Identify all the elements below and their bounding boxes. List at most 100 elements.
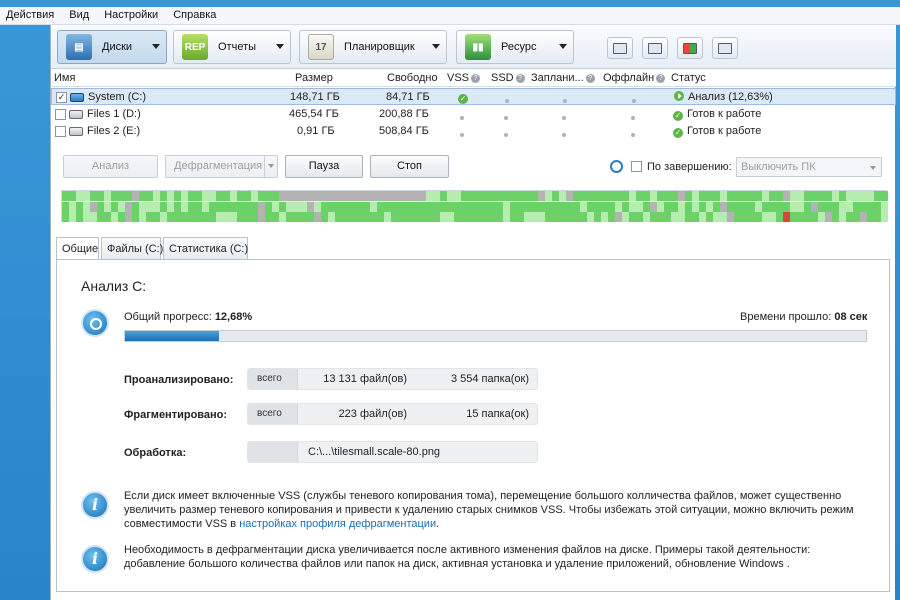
menu-view[interactable]: Вид	[63, 7, 95, 21]
analysis-title: Анализ C:	[81, 278, 147, 294]
menu-help[interactable]: Справка	[167, 7, 222, 21]
col-offline-label: Оффлайн	[603, 72, 655, 84]
cluster-block	[517, 212, 524, 223]
drive-checkbox[interactable]	[55, 109, 66, 120]
cluster-block	[510, 201, 517, 212]
col-name[interactable]: Имя	[54, 72, 75, 84]
processing-value: C:\...\tilesmall.scale-80.png	[308, 446, 441, 458]
windows-button[interactable]	[677, 37, 703, 59]
col-offline[interactable]: Оффлайн?	[603, 72, 666, 84]
cluster-block	[202, 201, 209, 212]
cluster-block	[657, 191, 664, 202]
menu-actions[interactable]: Действия	[0, 7, 60, 21]
cluster-block	[559, 201, 566, 212]
cluster-block	[307, 191, 314, 202]
cluster-block	[391, 201, 398, 212]
analyze-button[interactable]: Анализ	[63, 155, 158, 178]
cluster-block	[370, 201, 377, 212]
cluster-block	[818, 212, 825, 223]
tab-resource[interactable]: ▮▮ Ресурс	[456, 30, 574, 64]
col-ssd[interactable]: SSD?	[491, 72, 525, 84]
settings-button[interactable]	[712, 37, 738, 59]
on-finish-select[interactable]: Выключить ПК	[736, 157, 882, 177]
cluster-block	[286, 191, 293, 202]
cluster-block	[559, 212, 566, 223]
cluster-block	[356, 191, 363, 202]
drive-checkbox[interactable]: ✓	[56, 92, 67, 103]
chevron-down-icon[interactable]	[264, 156, 277, 177]
cluster-block	[552, 212, 559, 223]
cluster-block	[811, 212, 818, 223]
cluster-block	[195, 212, 202, 223]
cluster-block	[769, 191, 776, 202]
stop-button[interactable]: Стоп	[370, 155, 449, 178]
cluster-block	[461, 212, 468, 223]
drive-row-d[interactable]: Files 1 (D:) 465,54 ГБ 200,88 ГБ ✓ Готов …	[51, 106, 896, 123]
chevron-down-icon[interactable]	[432, 44, 440, 49]
chevron-down-icon[interactable]	[276, 44, 284, 49]
col-scheduled[interactable]: Заплани...?	[531, 72, 595, 84]
col-size[interactable]: Размер	[295, 72, 333, 84]
cluster-block	[279, 201, 286, 212]
cluster-block	[629, 201, 636, 212]
processing-label: Обработка:	[124, 447, 187, 459]
col-status[interactable]: Статус	[671, 72, 706, 84]
menu-settings[interactable]: Настройки	[98, 7, 164, 21]
cluster-block	[538, 212, 545, 223]
cluster-block	[398, 191, 405, 202]
cluster-block	[874, 201, 881, 212]
cluster-block	[622, 212, 629, 223]
chevron-down-icon[interactable]	[152, 44, 160, 49]
tab-statistics[interactable]: Статистика (C:)	[163, 237, 248, 259]
cluster-block	[846, 201, 853, 212]
cluster-block	[111, 212, 118, 223]
tab-files[interactable]: Файлы (C:)	[101, 237, 163, 259]
tab-reports[interactable]: REP Отчеты	[173, 30, 291, 64]
cluster-block	[440, 201, 447, 212]
cluster-block	[475, 201, 482, 212]
pause-button[interactable]: Пауза	[285, 155, 363, 178]
col-vss[interactable]: VSS?	[447, 72, 481, 84]
progress-label: Общий прогресс: 12,68%	[124, 311, 252, 323]
cluster-block	[195, 191, 202, 202]
drive-row-c[interactable]: ✓ System (C:) 148,71 ГБ 84,71 ГБ ✓ Анали…	[51, 88, 896, 105]
hard-drive-icon	[69, 110, 83, 119]
cluster-block	[433, 212, 440, 223]
cluster-block	[482, 212, 489, 223]
chart-button[interactable]	[642, 37, 668, 59]
cluster-block	[433, 191, 440, 202]
cluster-block	[643, 212, 650, 223]
cluster-block	[230, 191, 237, 202]
cluster-block	[496, 201, 503, 212]
cluster-block	[286, 201, 293, 212]
cluster-block	[706, 201, 713, 212]
defrag-profile-link[interactable]: настройках профиля дефрагментации	[239, 518, 436, 530]
col-free[interactable]: Свободно	[387, 72, 438, 84]
cluster-block	[643, 191, 650, 202]
chevron-down-icon[interactable]	[559, 44, 567, 49]
cluster-block	[125, 191, 132, 202]
cluster-block	[496, 191, 503, 202]
cluster-block	[692, 201, 699, 212]
defrag-button[interactable]: Дефрагментация	[165, 155, 278, 178]
tab-disks[interactable]: ▤ Диски	[57, 30, 167, 64]
cluster-block	[573, 201, 580, 212]
drive-row-e[interactable]: Files 2 (E:) 0,91 ГБ 508,84 ГБ ✓ Готов к …	[51, 123, 896, 140]
cluster-block	[251, 201, 258, 212]
cluster-block	[223, 191, 230, 202]
cluster-block	[538, 191, 545, 202]
cluster-block	[363, 191, 370, 202]
properties-button[interactable]	[607, 37, 633, 59]
tab-scheduler[interactable]: 17 Планировщик	[299, 30, 447, 64]
cluster-block	[83, 191, 90, 202]
cluster-block	[160, 201, 167, 212]
cluster-block	[286, 212, 293, 223]
drive-checkbox[interactable]	[55, 126, 66, 137]
on-finish-checkbox[interactable]	[631, 161, 642, 172]
fragmented-files: 223 файл(ов)	[338, 408, 407, 420]
cluster-block	[188, 212, 195, 223]
cluster-block	[132, 212, 139, 223]
cluster-block	[573, 191, 580, 202]
elapsed-value: 08 сек	[834, 311, 868, 323]
tab-general[interactable]: Общие	[56, 237, 99, 260]
